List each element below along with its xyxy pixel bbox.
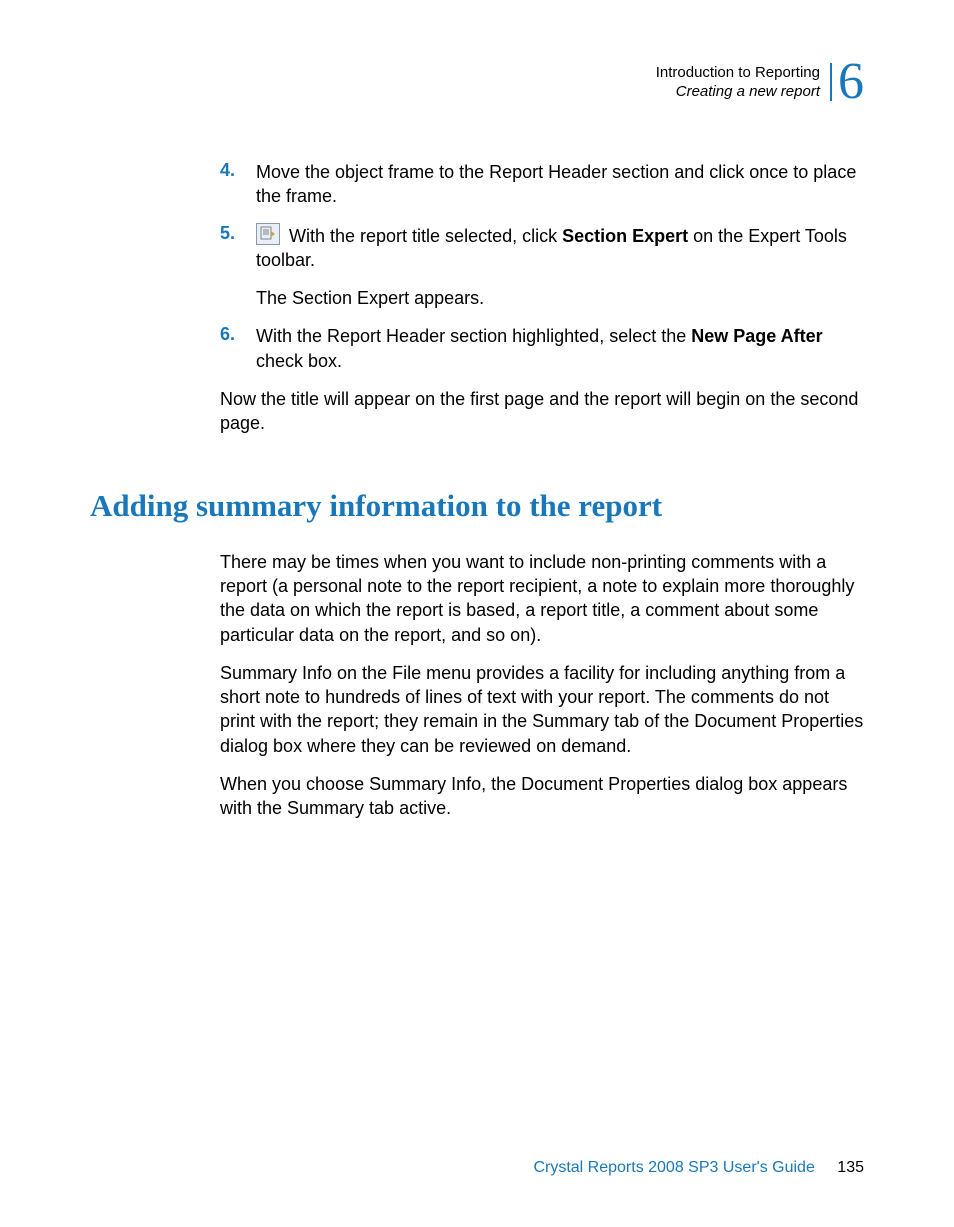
header-text: Introduction to Reporting Creating a new…: [656, 63, 820, 102]
page: Introduction to Reporting Creating a new…: [0, 0, 954, 1227]
section-subtitle: Creating a new report: [656, 82, 820, 102]
step-number: 6.: [220, 324, 256, 373]
step-6: 6. With the Report Header section highli…: [220, 324, 864, 373]
paragraph: When you choose Summary Info, the Docume…: [220, 772, 864, 821]
after-steps-paragraph: Now the title will appear on the first p…: [220, 387, 864, 436]
step-text: With the report title selected, click Se…: [256, 223, 864, 273]
step-6-bold: New Page After: [691, 326, 822, 346]
step-number: 5.: [220, 223, 256, 273]
footer-page-number: 135: [837, 1159, 864, 1176]
step-5-bold: Section Expert: [562, 226, 688, 246]
step-text: With the Report Header section highlight…: [256, 324, 864, 373]
step-5-result: The Section Expert appears.: [256, 286, 864, 310]
header-divider: [830, 63, 832, 101]
step-4: 4. Move the object frame to the Report H…: [220, 160, 864, 209]
page-footer: Crystal Reports 2008 SP3 User's Guide 13…: [533, 1159, 864, 1177]
chapter-title: Introduction to Reporting: [656, 63, 820, 83]
step-number: 4.: [220, 160, 256, 209]
step-text: Move the object frame to the Report Head…: [256, 160, 864, 209]
footer-guide-name: Crystal Reports 2008 SP3 User's Guide: [533, 1159, 814, 1176]
paragraph: There may be times when you want to incl…: [220, 550, 864, 647]
section-body: There may be times when you want to incl…: [220, 550, 864, 821]
content-block: 4. Move the object frame to the Report H…: [220, 160, 864, 373]
section-heading: Adding summary information to the report: [90, 488, 864, 524]
step-5-pre: With the report title selected, click: [284, 226, 562, 246]
step-6-pre: With the Report Header section highlight…: [256, 326, 691, 346]
step-6-post: check box.: [256, 351, 342, 371]
page-header: Introduction to Reporting Creating a new…: [90, 56, 864, 108]
paragraph: Summary Info on the File menu provides a…: [220, 661, 864, 758]
section-expert-icon: [256, 223, 280, 245]
chapter-number: 6: [838, 56, 864, 108]
step-5: 5. With the report title selected, click…: [220, 223, 864, 273]
